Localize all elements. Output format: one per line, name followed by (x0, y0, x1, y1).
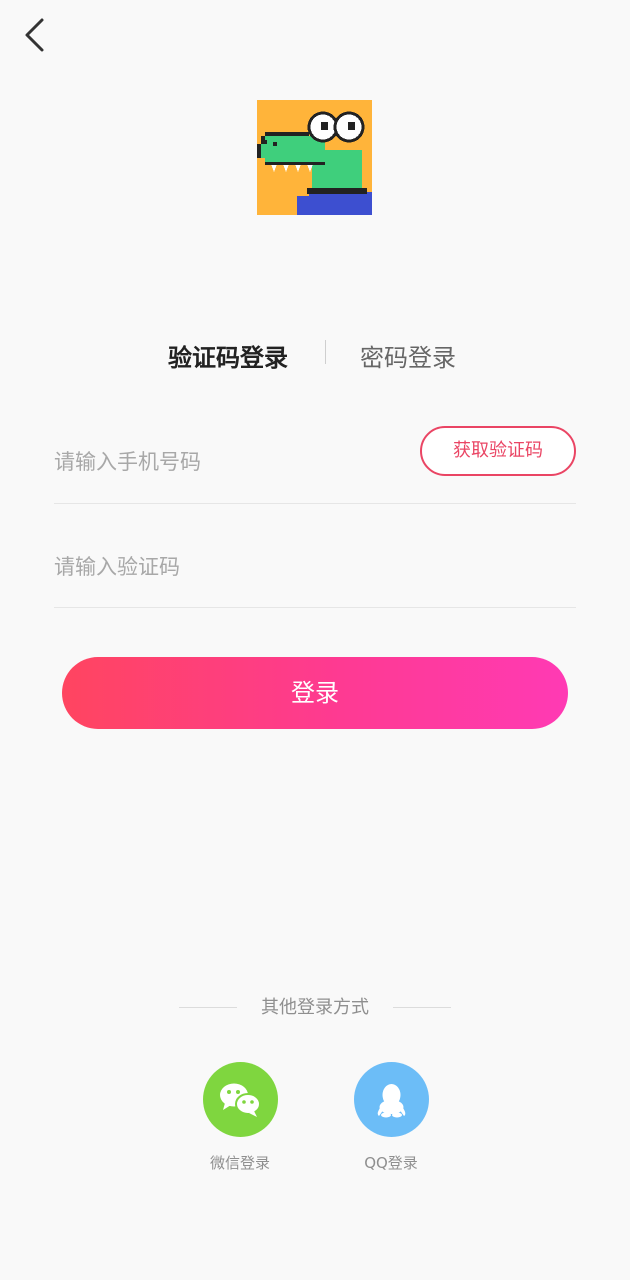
back-button[interactable] (18, 14, 58, 58)
code-field (54, 525, 576, 608)
login-tabs: 验证码登录 密码登录 (0, 338, 630, 378)
qq-login-button[interactable]: QQ登录 (336, 1062, 446, 1173)
wechat-login-button[interactable]: 微信登录 (185, 1062, 295, 1173)
qq-icon (377, 1084, 405, 1118)
wechat-login-label: 微信登录 (209, 1154, 270, 1172)
app-logo (257, 100, 372, 215)
wechat-icon (219, 1083, 261, 1117)
phone-input[interactable] (54, 442, 394, 482)
login-button[interactable]: 登录 (62, 657, 568, 729)
wechat-circle (202, 1062, 278, 1137)
tab-sms-login[interactable]: 验证码登录 (168, 338, 288, 378)
divider-line-left (179, 1007, 237, 1008)
crocodile-logo-icon (257, 100, 372, 215)
tab-divider (325, 340, 326, 364)
other-login-divider: 其他登录方式 (0, 993, 630, 1023)
other-login-title: 其他登录方式 (261, 997, 369, 1018)
qq-circle (353, 1062, 429, 1137)
tab-password-login[interactable]: 密码登录 (360, 338, 456, 378)
qq-login-label: QQ登录 (364, 1154, 418, 1172)
get-code-button[interactable]: 获取验证码 (420, 426, 576, 476)
verification-code-input[interactable] (54, 547, 514, 587)
phone-field: 获取验证码 (54, 420, 576, 504)
divider-line-right (393, 1007, 451, 1008)
chevron-left-icon (25, 18, 44, 52)
login-page: 验证码登录 密码登录 获取验证码 登录 其他登录方式 微信登录 (0, 0, 630, 1280)
